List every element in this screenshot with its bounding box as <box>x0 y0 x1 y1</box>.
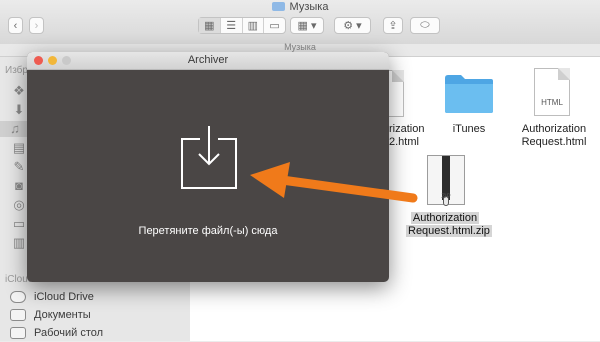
sidebar-item-icloud-drive[interactable]: iCloud Drive <box>10 288 94 306</box>
chevron-right-icon: › <box>34 19 39 32</box>
drop-zone[interactable]: Перетяните файл(-ы) сюда <box>27 70 389 282</box>
cloud-icon <box>10 291 26 303</box>
downloads-icon[interactable]: ⬇ <box>11 102 27 118</box>
sidebar-item-documents[interactable]: Документы <box>10 306 91 324</box>
drop-tray-icon <box>181 126 237 189</box>
film-icon[interactable]: ▥ <box>11 235 27 251</box>
document-icon <box>10 309 26 321</box>
chevron-left-icon: ‹ <box>13 19 18 32</box>
folder-icon <box>271 2 285 11</box>
share-button[interactable]: ⇪ <box>383 17 403 34</box>
share-icon: ⇪ <box>388 20 398 32</box>
airdrop-icon[interactable]: ◎ <box>11 197 27 213</box>
columns-icon: ▥ <box>247 20 259 32</box>
dropbox-icon[interactable]: ❖ <box>11 83 27 99</box>
sidebar-item-label: Рабочий стол <box>34 327 104 339</box>
applications-icon[interactable]: ✎ <box>11 159 27 175</box>
tags-button[interactable]: ⬭ <box>410 17 440 34</box>
view-mode-segmented[interactable]: ▦ ☰ ▥ ▭ <box>198 17 286 34</box>
gallery-icon: ▭ <box>269 20 280 32</box>
desktop-icon <box>10 327 26 339</box>
movies-icon[interactable]: ▤ <box>11 140 27 156</box>
zip-file-icon[interactable]: ZIP <box>427 155 465 206</box>
list-icon: ☰ <box>226 20 237 32</box>
zip-file-label: Authorization Request.html.zip <box>406 212 492 237</box>
finder-toolbar: Музыка ‹ › ▦ ☰ ▥ ▭ ▦ ▾ ⚙ ▾ ⇪ ⬭ <box>0 0 600 45</box>
html-file-icon[interactable]: HTML <box>534 68 570 116</box>
itunes-folder-label: iTunes <box>452 123 486 135</box>
sidebar-item-label: iCloud Drive <box>34 291 94 303</box>
icon-view-button[interactable]: ▦ <box>199 18 221 33</box>
group-button[interactable]: ▦ ▾ <box>290 17 324 34</box>
forward-button[interactable]: › <box>29 17 44 34</box>
drop-hint-text: Перетяните файл(-ы) сюда <box>138 225 278 237</box>
group-icon: ▦ ▾ <box>297 20 317 32</box>
archiver-titlebar: Archiver <box>27 52 389 70</box>
html-file-label: Authorization Request.html <box>521 123 587 148</box>
action-button[interactable]: ⚙ ▾ <box>334 17 371 34</box>
pictures-icon[interactable]: ◙ <box>11 178 27 194</box>
folder-icon[interactable]: ▭ <box>11 216 27 232</box>
list-view-button[interactable]: ☰ <box>221 18 243 33</box>
itunes-folder-icon[interactable] <box>443 72 495 114</box>
gear-icon: ⚙ ▾ <box>343 20 362 32</box>
tag-icon: ⬭ <box>420 19 430 31</box>
column-view-button[interactable]: ▥ <box>243 18 265 33</box>
sidebar-item-label: Документы <box>34 309 91 321</box>
sidebar-item-desktop[interactable]: Рабочий стол <box>10 324 103 342</box>
archiver-title: Archiver <box>187 54 229 66</box>
sidebar-header-favorites: Избр <box>5 65 28 76</box>
back-button[interactable]: ‹ <box>8 17 23 34</box>
archiver-window: Archiver Перетяните файл(-ы) сюда <box>27 52 389 282</box>
grid-icon: ▦ <box>204 20 215 32</box>
finder-window-title: Музыка <box>0 1 600 13</box>
music-icon[interactable]: ♫ <box>0 121 30 137</box>
gallery-view-button[interactable]: ▭ <box>264 18 285 33</box>
partial-file-label: rization 2.html <box>389 123 425 148</box>
